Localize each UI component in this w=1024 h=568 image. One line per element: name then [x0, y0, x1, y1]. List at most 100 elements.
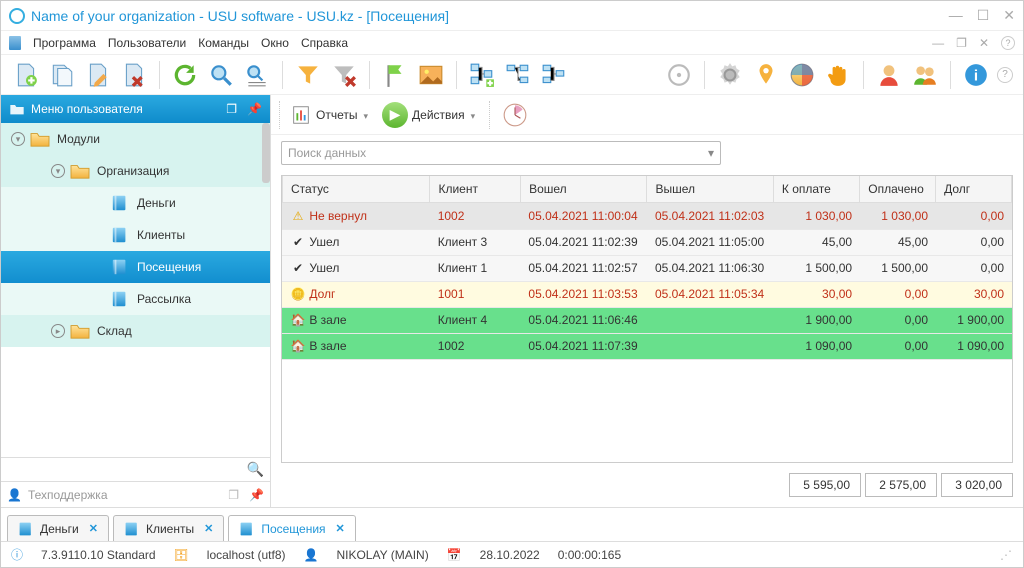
tree-add-icon[interactable]	[467, 60, 497, 90]
target-icon[interactable]	[664, 60, 694, 90]
total-paid: 2 575,00	[865, 473, 937, 497]
color-icon[interactable]	[787, 60, 817, 90]
table-row[interactable]: 🏠 В зале100205.04.2021 11:07:391 090,000…	[282, 333, 1012, 359]
tree-node-modules[interactable]: ▾ Модули	[1, 123, 270, 155]
table-row[interactable]: ⚠ Не вернул100205.04.2021 11:00:0405.04.…	[282, 203, 1012, 229]
info-icon: ⓘ	[11, 546, 23, 563]
mdi-help-button[interactable]: ?	[1001, 36, 1015, 50]
cell-out	[647, 333, 774, 359]
chevron-down-icon[interactable]: ▾	[708, 146, 714, 160]
reports-button[interactable]: Отчеты	[286, 102, 372, 128]
tab-money[interactable]: Деньги✕	[7, 515, 109, 541]
tree-node-clients[interactable]: Клиенты	[1, 219, 270, 251]
actions-button[interactable]: ▶ Действия	[378, 100, 479, 130]
search-input[interactable]: Поиск данных ▾	[281, 141, 721, 165]
table-row[interactable]: ✔ УшелКлиент 305.04.2021 11:02:3905.04.2…	[282, 229, 1012, 255]
folder-icon	[69, 322, 91, 340]
col-pay[interactable]: К оплате	[773, 176, 859, 203]
tree-node-money[interactable]: Деньги	[1, 187, 270, 219]
cell-out	[647, 307, 774, 333]
tab-label: Посещения	[261, 522, 325, 536]
col-in[interactable]: Вошел	[521, 176, 647, 203]
menu-program[interactable]: Программа	[33, 36, 96, 50]
tab-clients[interactable]: Клиенты✕	[113, 515, 224, 541]
cell-debt: 1 900,00	[936, 307, 1012, 333]
menu-help[interactable]: Справка	[301, 36, 348, 50]
tab-visits[interactable]: Посещения ✕	[228, 515, 355, 541]
mdi-minimize-button[interactable]: —	[932, 36, 944, 50]
bottom-tabs: Деньги✕ Клиенты✕ Посещения ✕	[1, 507, 1023, 541]
menu-commands[interactable]: Команды	[198, 36, 249, 50]
flag-icon[interactable]	[380, 60, 410, 90]
menu-window[interactable]: Окно	[261, 36, 289, 50]
cell-out: 05.04.2021 11:05:00	[647, 229, 774, 255]
reports-label: Отчеты	[316, 108, 357, 122]
maximize-button[interactable]: ☐	[977, 7, 990, 24]
report-icon	[290, 104, 312, 126]
col-paid[interactable]: Оплачено	[860, 176, 936, 203]
expand-icon[interactable]: ▸	[51, 324, 65, 338]
tab-close-icon[interactable]: ✕	[204, 522, 213, 535]
tree-node-mailing[interactable]: Рассылка	[1, 283, 270, 315]
tab-close-icon[interactable]: ✕	[336, 522, 345, 535]
resize-grip-icon[interactable]: ⋰	[1000, 548, 1013, 562]
gear-icon[interactable]	[715, 60, 745, 90]
hand-icon[interactable]	[823, 60, 853, 90]
sidebar-window-icon[interactable]: ❐	[226, 102, 237, 116]
cell-status: Не вернул	[309, 209, 367, 223]
menu-users[interactable]: Пользователи	[108, 36, 186, 50]
users-icon[interactable]	[910, 60, 940, 90]
help-small-icon[interactable]: ?	[997, 67, 1013, 83]
support-pin-icon[interactable]: 📌	[249, 488, 264, 502]
col-out[interactable]: Вышел	[647, 176, 773, 203]
tree-node-organization[interactable]: ▾ Организация	[1, 155, 270, 187]
zoom-list-icon[interactable]	[242, 60, 272, 90]
col-client[interactable]: Клиент	[430, 176, 521, 203]
tab-close-icon[interactable]: ✕	[89, 522, 98, 535]
image-icon[interactable]	[416, 60, 446, 90]
support-panel[interactable]: 👤 Техподдержка ❐ 📌	[1, 481, 270, 507]
filter-clear-icon[interactable]	[329, 60, 359, 90]
pin-icon[interactable]	[751, 60, 781, 90]
scrollbar[interactable]	[262, 123, 270, 183]
clock-icon[interactable]	[500, 100, 530, 130]
user-icon[interactable]	[874, 60, 904, 90]
close-button[interactable]: ✕	[1003, 7, 1015, 24]
support-window-icon[interactable]: ❐	[228, 488, 239, 502]
cell-debt: 0,00	[936, 203, 1012, 229]
sidebar-pin-icon[interactable]: 📌	[247, 102, 262, 116]
tree-label: Рассылка	[137, 292, 191, 306]
cell-status: Ушел	[309, 235, 339, 249]
table-row[interactable]: 🏠 В залеКлиент 405.04.2021 11:06:461 900…	[282, 307, 1012, 333]
collapse-icon[interactable]: ▾	[51, 164, 65, 178]
status-icon: ✔	[290, 235, 306, 249]
mdi-restore-button[interactable]: ❐	[956, 36, 967, 50]
status-version: 7.3.9110.10 Standard	[41, 548, 156, 562]
table-row[interactable]: ✔ УшелКлиент 105.04.2021 11:02:5705.04.2…	[282, 255, 1012, 281]
table-row[interactable]: ▸🪙 Долг100105.04.2021 11:03:5305.04.2021…	[282, 281, 1012, 307]
tree-expand-icon[interactable]	[539, 60, 569, 90]
book-icon	[18, 521, 34, 537]
tree-collapse-icon[interactable]	[503, 60, 533, 90]
copy-doc-icon[interactable]	[47, 60, 77, 90]
cell-in: 05.04.2021 11:06:46	[520, 307, 647, 333]
search-icon[interactable]	[206, 60, 236, 90]
new-doc-icon[interactable]	[11, 60, 41, 90]
cell-pay: 1 500,00	[774, 255, 861, 281]
collapse-icon[interactable]: ▾	[11, 132, 25, 146]
refresh-icon[interactable]	[170, 60, 200, 90]
cell-paid: 1 500,00	[860, 255, 936, 281]
edit-doc-icon[interactable]	[83, 60, 113, 90]
mdi-close-button[interactable]: ✕	[979, 36, 989, 50]
minimize-button[interactable]: —	[949, 7, 963, 24]
col-status[interactable]: Статус	[283, 176, 430, 203]
filter-icon[interactable]	[293, 60, 323, 90]
search-icon[interactable]: 🔍	[247, 461, 264, 478]
tree-node-visits[interactable]: Посещения	[1, 251, 270, 283]
delete-doc-icon[interactable]	[119, 60, 149, 90]
tree-node-stock[interactable]: ▸ Склад	[1, 315, 270, 347]
cell-debt: 30,00	[936, 281, 1012, 307]
info-icon[interactable]: i	[961, 60, 991, 90]
col-debt[interactable]: Долг	[936, 176, 1012, 203]
cell-pay: 45,00	[774, 229, 861, 255]
